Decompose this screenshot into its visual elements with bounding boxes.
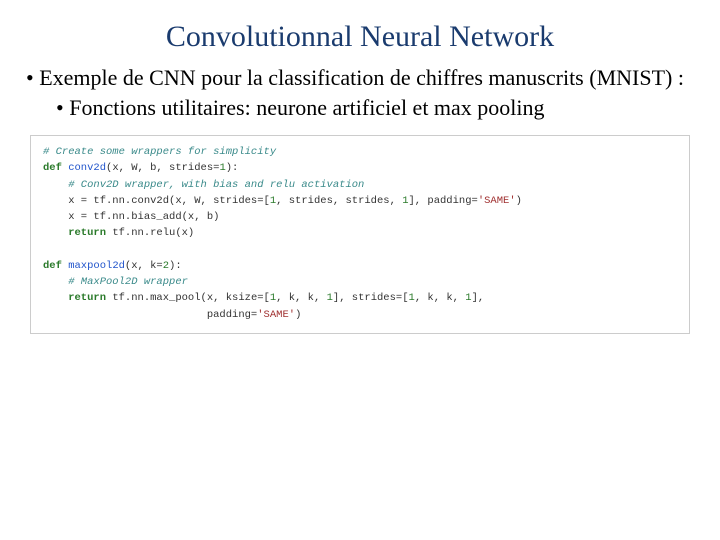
code-text: x = tf.nn.bias_add(x, b) (43, 211, 219, 223)
slide: Convolutionnal Neural Network • Exemple … (0, 0, 720, 334)
code-block: # Create some wrappers for simplicity de… (30, 135, 690, 334)
code-text: (x, k= (125, 260, 163, 272)
code-text: padding= (43, 309, 257, 321)
code-fn: maxpool2d (62, 260, 125, 272)
slide-title: Convolutionnal Neural Network (20, 20, 700, 54)
code-text: , strides, strides, (276, 195, 402, 207)
code-text: ) (295, 309, 301, 321)
code-text: ) (516, 195, 522, 207)
code-text: ], padding= (409, 195, 478, 207)
code-text: ], strides=[ (333, 292, 409, 304)
code-fn: conv2d (62, 162, 106, 174)
bullet-main: • Exemple de CNN pour la classification … (26, 64, 694, 92)
code-text: ): (169, 260, 182, 272)
code-keyword: return (43, 227, 106, 239)
code-keyword: return (43, 292, 106, 304)
bullet-sub: • Fonctions utilitaires: neurone artific… (56, 94, 700, 122)
code-text: tf.nn.relu(x) (106, 227, 194, 239)
code-line: # Create some wrappers for simplicity (43, 146, 276, 158)
code-str: 'SAME' (478, 195, 516, 207)
code-text: tf.nn.max_pool(x, ksize=[ (106, 292, 270, 304)
code-keyword: def (43, 260, 62, 272)
code-line: # MaxPool2D wrapper (43, 276, 188, 288)
code-keyword: def (43, 162, 62, 174)
code-text: , k, k, (415, 292, 465, 304)
code-line: # Conv2D wrapper, with bias and relu act… (43, 179, 364, 191)
code-text: ): (226, 162, 239, 174)
code-text: , k, k, (276, 292, 326, 304)
code-text: (x, W, b, strides= (106, 162, 219, 174)
code-str: 'SAME' (257, 309, 295, 321)
code-text: ], (472, 292, 485, 304)
code-text: x = tf.nn.conv2d(x, W, strides=[ (43, 195, 270, 207)
